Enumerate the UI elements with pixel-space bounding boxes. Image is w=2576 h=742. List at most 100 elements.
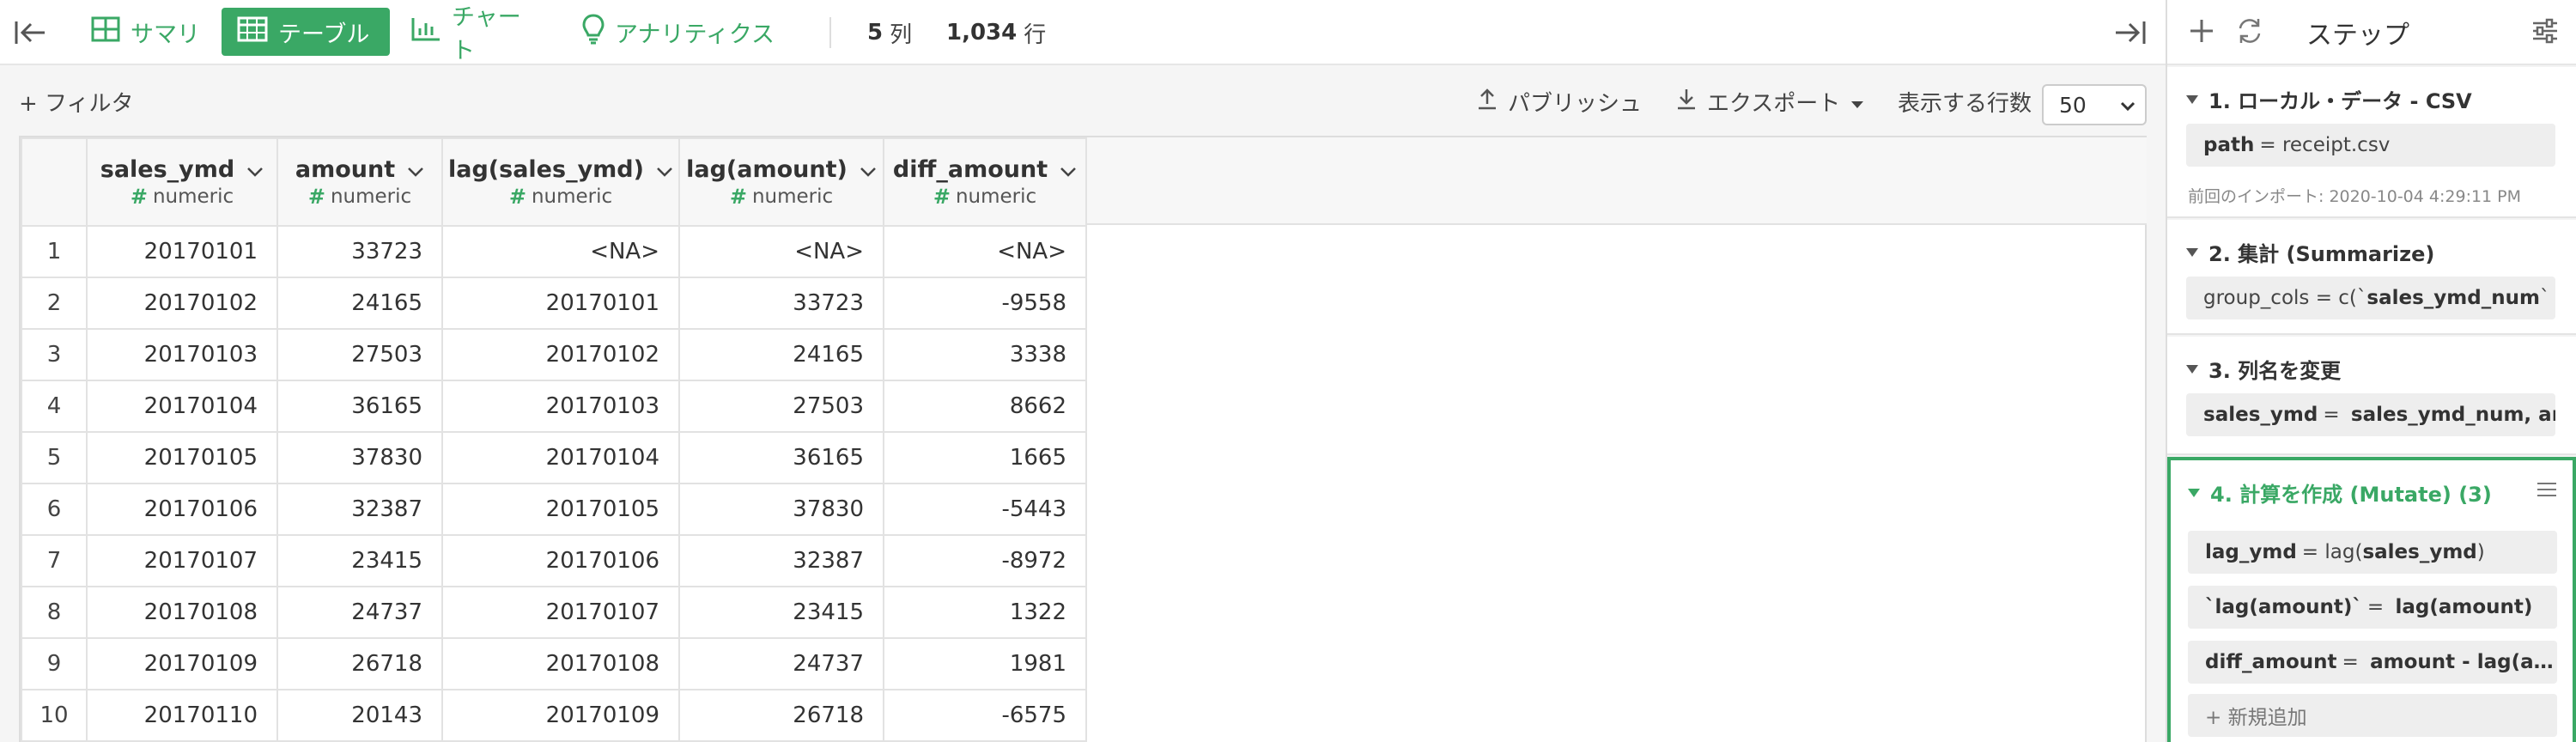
- table-cell[interactable]: 26718: [276, 637, 443, 690]
- table-cell[interactable]: 24165: [276, 277, 443, 330]
- column-header[interactable]: sales_ymd # numeric: [86, 137, 278, 227]
- settings-sliders-icon[interactable]: [2530, 15, 2561, 50]
- refresh-icon[interactable]: [2234, 15, 2265, 50]
- table-cell[interactable]: 20170107: [86, 534, 278, 587]
- tab-chart[interactable]: チャート: [395, 4, 558, 64]
- table-cell[interactable]: 20170103: [86, 328, 278, 381]
- hamburger-menu-icon[interactable]: [2537, 481, 2557, 502]
- column-header[interactable]: lag(sales_ymd) # numeric: [441, 137, 680, 227]
- table-cell[interactable]: <NA>: [678, 225, 884, 278]
- table-cell[interactable]: 20170106: [441, 534, 680, 587]
- table-cell[interactable]: -6575: [883, 689, 1087, 742]
- tab-analytics-label: アナリティクス: [615, 21, 775, 48]
- table-cell[interactable]: 20170107: [441, 586, 680, 639]
- publish-button[interactable]: パブリッシュ: [1477, 86, 1642, 118]
- table-cell[interactable]: 20170106: [86, 483, 278, 536]
- step-2-title: 2. 集計 (Summarize): [2208, 242, 2435, 266]
- column-header[interactable]: lag(amount) # numeric: [678, 137, 884, 227]
- mutate-item[interactable]: lag_ymd = lag(sales_ymd): [2188, 531, 2557, 574]
- step-2-param[interactable]: group_cols = c(`sales_ymd_num` = …: [2186, 277, 2555, 319]
- step-2-header[interactable]: 2. 集計 (Summarize): [2186, 237, 2434, 267]
- table-cell[interactable]: 23415: [678, 586, 884, 639]
- column-name: sales_ymd: [100, 156, 264, 183]
- step-2[interactable]: 2. 集計 (Summarize) group_cols = c(` sales_…: [2167, 220, 2576, 335]
- column-header-content: amount # numeric: [278, 156, 441, 209]
- table-cell[interactable]: 1981: [883, 637, 1087, 690]
- table-cell[interactable]: 20170108: [441, 637, 680, 690]
- table-cell[interactable]: 26718: [678, 689, 884, 742]
- table-cell[interactable]: 20170110: [86, 689, 278, 742]
- table-cell[interactable]: 1322: [883, 586, 1087, 639]
- table-cell[interactable]: 8662: [883, 380, 1087, 433]
- step-3[interactable]: 3. 列名を変更 sales_ymd= sales_ymd_num, am…: [2167, 337, 2576, 455]
- mutate-item[interactable]: `lag(amount)` = lag(amount): [2188, 586, 2557, 629]
- plus-icon[interactable]: [2186, 15, 2217, 50]
- step-3-header[interactable]: 3. 列名を変更: [2186, 354, 2341, 384]
- table-cell[interactable]: 33723: [276, 225, 443, 278]
- tab-analytics[interactable]: アナリティクス: [567, 8, 804, 56]
- expand-right-icon[interactable]: [2112, 0, 2147, 65]
- table-cell[interactable]: <NA>: [441, 225, 680, 278]
- table-cell[interactable]: 20143: [276, 689, 443, 742]
- column-header[interactable]: diff_amount # numeric: [883, 137, 1087, 227]
- collapse-left-icon[interactable]: [14, 0, 48, 65]
- table-cell[interactable]: -5443: [883, 483, 1087, 536]
- table-cell[interactable]: 20170102: [86, 277, 278, 330]
- tab-chart-label: チャート: [452, 4, 521, 64]
- table-row: 6 20170106 32387 20170105 37830 -5443: [21, 483, 1087, 536]
- chevron-down-icon[interactable]: [246, 156, 264, 183]
- step-4-header[interactable]: 4. 計算を作成 (Mutate) (3): [2188, 477, 2492, 508]
- table-cell[interactable]: 20170104: [86, 380, 278, 433]
- export-button[interactable]: エクスポート: [1676, 86, 1864, 118]
- table-cell[interactable]: -9558: [883, 277, 1087, 330]
- table-cell[interactable]: 20170105: [86, 431, 278, 484]
- table-cell[interactable]: 32387: [678, 534, 884, 587]
- table-cell[interactable]: 24165: [678, 328, 884, 381]
- chevron-down-icon[interactable]: [860, 156, 877, 183]
- column-header[interactable]: amount # numeric: [276, 137, 443, 227]
- column-type-text: numeric: [531, 185, 613, 208]
- step-1[interactable]: 1. ローカル・データ - CSV path = receipt.csv 前回のイ…: [2167, 67, 2576, 218]
- step-1-param[interactable]: path = receipt.csv: [2186, 124, 2555, 167]
- table-icon: [237, 16, 268, 48]
- mutate-arg: amount - lag(a…: [2370, 651, 2554, 673]
- step-3-param[interactable]: sales_ymd= sales_ymd_num, am…: [2186, 393, 2555, 436]
- table-cell[interactable]: 20170102: [441, 328, 680, 381]
- table-cell[interactable]: 20170104: [441, 431, 680, 484]
- table-cell[interactable]: 20170105: [441, 483, 680, 536]
- add-new-button[interactable]: + 新規追加: [2188, 694, 2557, 737]
- chevron-down-icon[interactable]: [656, 156, 673, 183]
- table-cell[interactable]: 37830: [678, 483, 884, 536]
- tab-summary[interactable]: サマリ: [76, 8, 223, 56]
- table-cell[interactable]: 36165: [678, 431, 884, 484]
- table-cell[interactable]: 37830: [276, 431, 443, 484]
- table-cell[interactable]: 20170109: [441, 689, 680, 742]
- table-cell[interactable]: <NA>: [883, 225, 1087, 278]
- data-grid: sales_ymd # numeric amount # numeric lag(sales…: [21, 137, 1087, 742]
- tab-table[interactable]: テーブル: [222, 8, 390, 56]
- step-4[interactable]: 4. 計算を作成 (Mutate) (3) lag_ymd = lag(sales…: [2167, 457, 2576, 742]
- chevron-down-icon[interactable]: [407, 156, 424, 183]
- table-cell[interactable]: 27503: [276, 328, 443, 381]
- table-cell[interactable]: 20170109: [86, 637, 278, 690]
- table-cell[interactable]: 36165: [276, 380, 443, 433]
- table-cell[interactable]: 1665: [883, 431, 1087, 484]
- table-cell[interactable]: 23415: [276, 534, 443, 587]
- table-cell[interactable]: 24737: [678, 637, 884, 690]
- table-cell[interactable]: 33723: [678, 277, 884, 330]
- table-cell[interactable]: 20170101: [441, 277, 680, 330]
- mutate-item[interactable]: diff_amount = amount - lag(a…: [2188, 641, 2557, 684]
- chevron-down-icon[interactable]: [1060, 156, 1077, 183]
- collapse-triangle-icon: [2186, 364, 2198, 374]
- table-cell[interactable]: 20170108: [86, 586, 278, 639]
- step-1-header[interactable]: 1. ローカル・データ - CSV: [2186, 84, 2472, 114]
- table-cell[interactable]: 27503: [678, 380, 884, 433]
- filter-button[interactable]: + フィルタ: [19, 86, 134, 118]
- rows-per-page-select[interactable]: 50: [2042, 84, 2147, 125]
- table-cell[interactable]: 24737: [276, 586, 443, 639]
- table-cell[interactable]: 20170101: [86, 225, 278, 278]
- table-cell[interactable]: -8972: [883, 534, 1087, 587]
- table-cell[interactable]: 32387: [276, 483, 443, 536]
- table-cell[interactable]: 3338: [883, 328, 1087, 381]
- table-cell[interactable]: 20170103: [441, 380, 680, 433]
